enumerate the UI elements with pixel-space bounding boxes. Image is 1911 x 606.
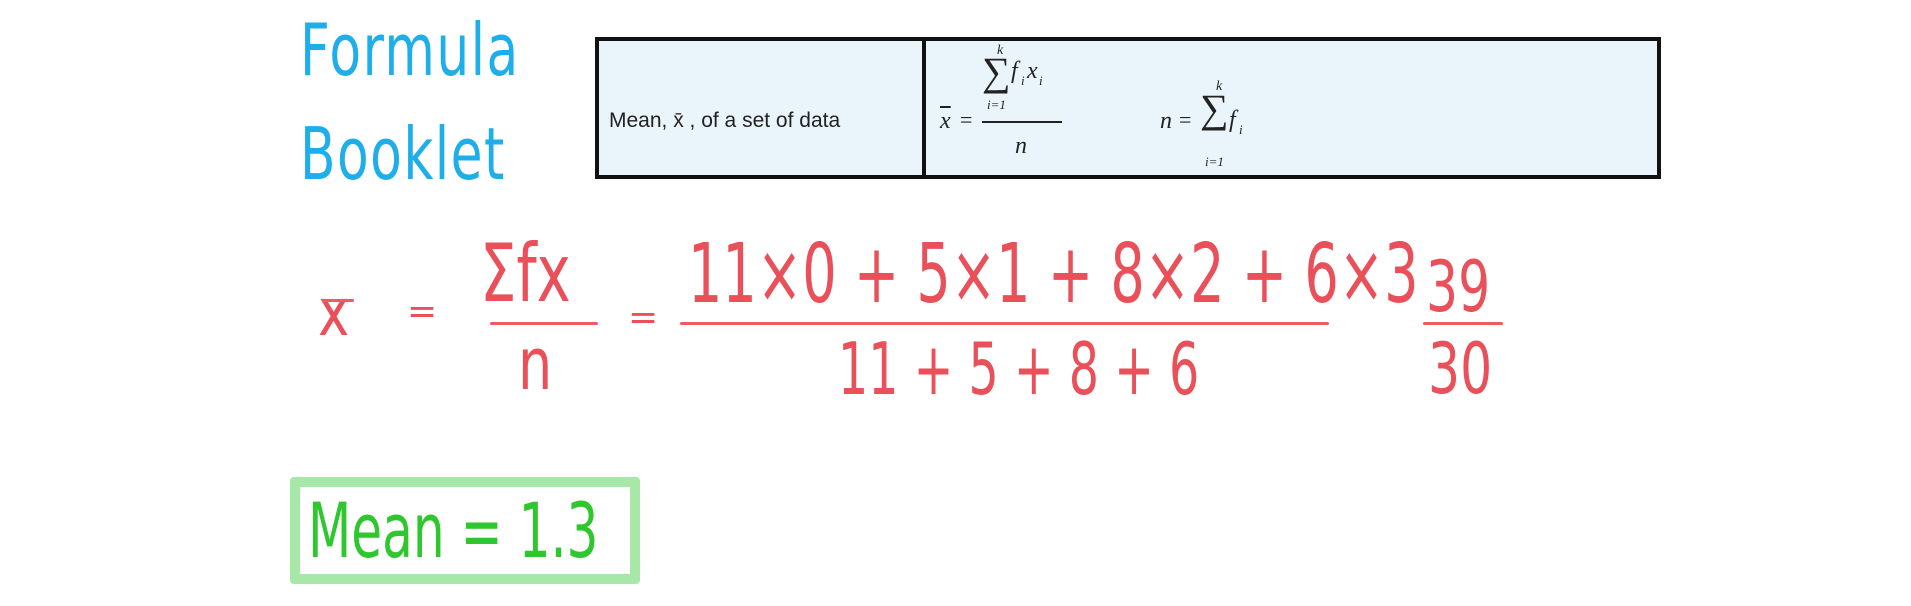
equals-sign-1: = (407, 291, 438, 332)
xbar-handwritten: x (318, 274, 350, 351)
general-denominator: n (518, 322, 553, 406)
sum-lower-limit: i=1 (987, 97, 1006, 112)
general-numerator: Σfx (480, 227, 571, 320)
summand-x-subscript: i (1039, 73, 1043, 88)
n-symbol: n (1160, 108, 1172, 134)
denominator-n: n (1015, 133, 1027, 159)
sigma-icon: ∑ (1200, 86, 1229, 131)
heading-booklet: Booklet (300, 112, 506, 196)
result-fraction-bar (1423, 322, 1503, 325)
answer-box: Mean = 1.3 (290, 477, 640, 584)
formula-booklet-table: Mean, x̄ , of a set of data x = k ∑ f i … (595, 37, 1661, 179)
summand-f-subscript: i (1239, 122, 1243, 137)
main-fraction-bar (680, 322, 1329, 325)
summand-f-subscript: i (1021, 73, 1025, 88)
result-numerator: 39 (1426, 246, 1491, 328)
equals-sign: = (1179, 107, 1192, 132)
heading-formula: Formula (300, 8, 520, 92)
denominator-expression: 11 + 5 + 8 + 6 (838, 327, 1200, 411)
summand-f: f (1229, 107, 1236, 133)
xbar-symbol: x (940, 108, 951, 134)
summand-x: x (1027, 58, 1038, 84)
summand-f: f (1011, 58, 1018, 84)
xbar-overline (322, 299, 354, 302)
table-divider (922, 41, 926, 175)
numerator-expression: 11×0 + 5×1 + 8×2 + 6×3 (688, 227, 1419, 322)
equals-sign-2: = (628, 297, 659, 338)
equals-sign: = (960, 107, 973, 132)
sigma-icon: ∑ (982, 49, 1011, 94)
mean-label: Mean, x̄ , of a set of data (609, 109, 841, 132)
fraction-bar (982, 121, 1062, 123)
answer-text: Mean = 1.3 (308, 486, 599, 575)
sum-lower-limit: i=1 (1205, 154, 1224, 169)
result-denominator: 30 (1428, 328, 1493, 410)
